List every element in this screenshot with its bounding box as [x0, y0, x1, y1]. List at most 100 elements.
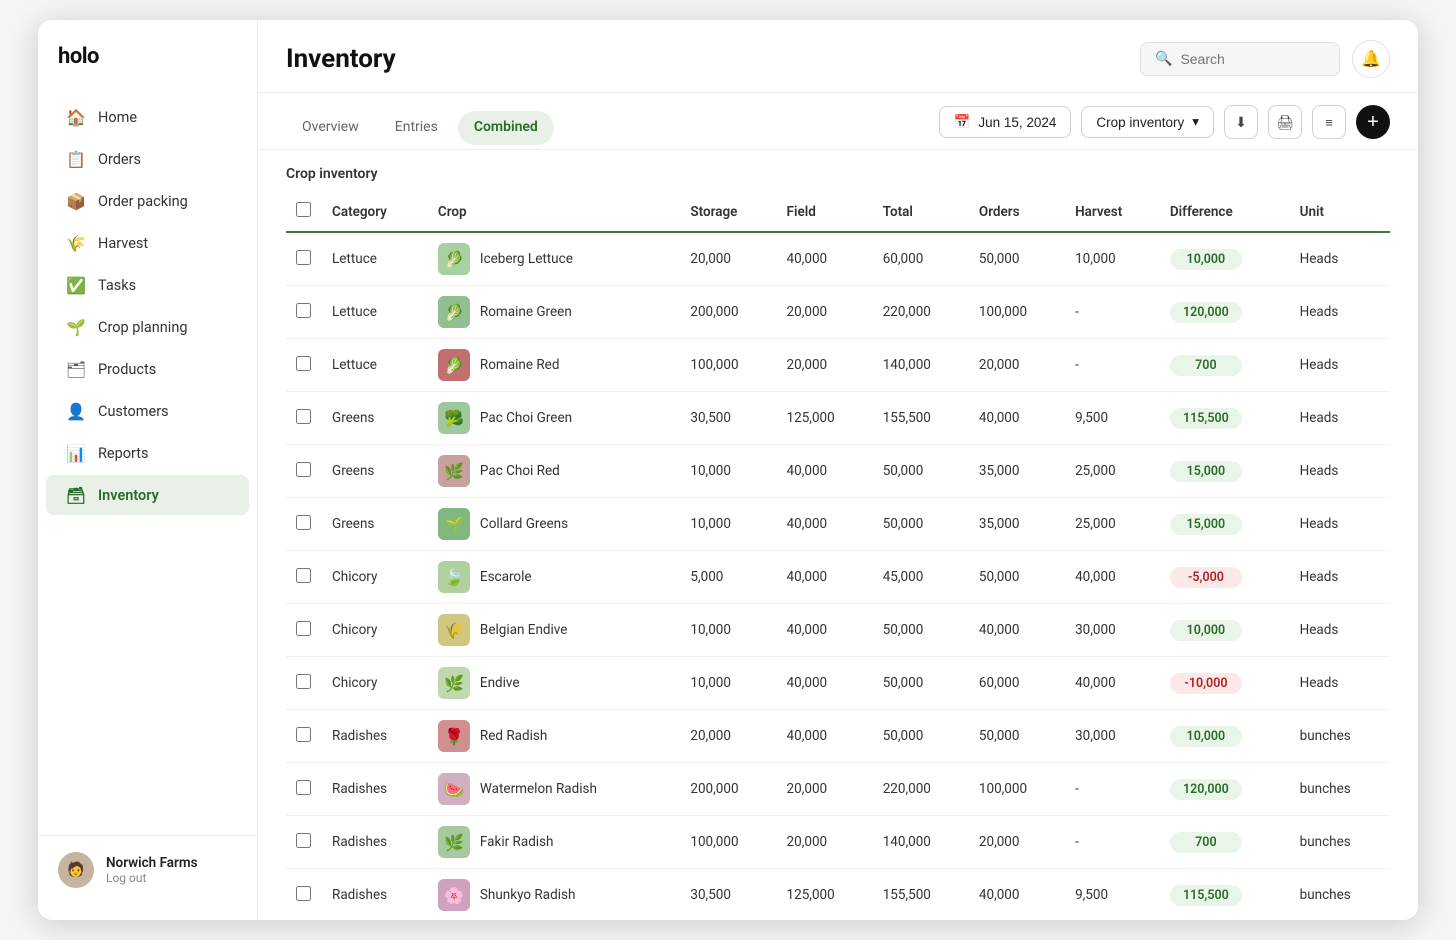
sidebar-item-reports[interactable]: 📊 Reports — [46, 433, 249, 473]
cell-crop-10: 🍉 Watermelon Radish — [428, 763, 680, 816]
row-checkbox-4[interactable] — [296, 462, 311, 477]
cell-total-10: 220,000 — [873, 763, 969, 816]
cell-orders-9: 50,000 — [969, 710, 1065, 763]
cell-field-4: 40,000 — [777, 445, 873, 498]
crop-name-9: Red Radish — [480, 728, 547, 744]
crop-image-3: 🥦 — [438, 402, 470, 434]
topbar: Inventory 🔍 🔔 — [258, 20, 1418, 93]
logout-link[interactable]: Log out — [106, 871, 198, 885]
row-checkbox-11[interactable] — [296, 833, 311, 848]
cell-total-2: 140,000 — [873, 339, 969, 392]
cell-harvest-4: 25,000 — [1065, 445, 1160, 498]
cell-harvest-1: - — [1065, 286, 1160, 339]
cell-difference-7: 10,000 — [1160, 604, 1290, 657]
table-row: Radishes 🍉 Watermelon Radish 200,000 20,… — [286, 763, 1390, 816]
cell-crop-3: 🥦 Pac Choi Green — [428, 392, 680, 445]
cell-crop-6: 🍃 Escarole — [428, 551, 680, 604]
notification-bell-button[interactable]: 🔔 — [1352, 40, 1390, 78]
cell-harvest-2: - — [1065, 339, 1160, 392]
filter-button[interactable]: ≡ — [1312, 105, 1346, 139]
row-checkbox-0[interactable] — [296, 250, 311, 265]
cell-difference-3: 115,500 — [1160, 392, 1290, 445]
table-row: Radishes 🌹 Red Radish 20,000 40,000 50,0… — [286, 710, 1390, 763]
cell-orders-4: 35,000 — [969, 445, 1065, 498]
print-button[interactable]: 🖨 — [1268, 105, 1302, 139]
cell-field-9: 40,000 — [777, 710, 873, 763]
sidebar-item-customers[interactable]: 👤 Customers — [46, 391, 249, 431]
row-checkbox-1[interactable] — [296, 303, 311, 318]
row-checkbox-3[interactable] — [296, 409, 311, 424]
cell-category-8: Chicory — [322, 657, 428, 710]
col-orders: Orders — [969, 192, 1065, 232]
cell-unit-1: Heads — [1290, 286, 1390, 339]
cell-unit-6: Heads — [1290, 551, 1390, 604]
cell-field-5: 40,000 — [777, 498, 873, 551]
add-button[interactable]: + — [1356, 105, 1390, 139]
cell-field-0: 40,000 — [777, 232, 873, 286]
tab-overview[interactable]: Overview — [286, 111, 375, 145]
cell-total-11: 140,000 — [873, 816, 969, 869]
row-checkbox-5[interactable] — [296, 515, 311, 530]
cell-harvest-6: 40,000 — [1065, 551, 1160, 604]
table-row: Chicory 🍃 Escarole 5,000 40,000 45,000 5… — [286, 551, 1390, 604]
cell-storage-4: 10,000 — [680, 445, 776, 498]
cell-harvest-8: 40,000 — [1065, 657, 1160, 710]
sidebar-item-inventory[interactable]: 🗃 Inventory — [46, 475, 249, 515]
cell-crop-12: 🌸 Shunkyo Radish — [428, 869, 680, 921]
crop-image-6: 🍃 — [438, 561, 470, 593]
sidebar-item-products[interactable]: 🗂 Products — [46, 349, 249, 389]
sidebar-label-home: Home — [98, 109, 137, 126]
home-icon: 🏠 — [66, 107, 86, 127]
sidebar-item-order-packing[interactable]: 📦 Order packing — [46, 181, 249, 221]
date-picker-button[interactable]: 📅 Jun 15, 2024 — [939, 106, 1072, 138]
search-box[interactable]: 🔍 — [1140, 42, 1340, 76]
row-checkbox-8[interactable] — [296, 674, 311, 689]
bell-icon: 🔔 — [1361, 49, 1381, 69]
avatar: 🧑 — [58, 852, 94, 888]
row-checkbox-6[interactable] — [296, 568, 311, 583]
cell-harvest-3: 9,500 — [1065, 392, 1160, 445]
cell-orders-1: 100,000 — [969, 286, 1065, 339]
cell-crop-8: 🌿 Endive — [428, 657, 680, 710]
search-input[interactable] — [1180, 51, 1325, 67]
cell-unit-11: bunches — [1290, 816, 1390, 869]
cell-field-12: 125,000 — [777, 869, 873, 921]
row-checkbox-9[interactable] — [296, 727, 311, 742]
row-checkbox-12[interactable] — [296, 886, 311, 901]
cell-crop-11: 🌿 Fakir Radish — [428, 816, 680, 869]
cell-total-6: 45,000 — [873, 551, 969, 604]
row-checkbox-2[interactable] — [296, 356, 311, 371]
sidebar-item-home[interactable]: 🏠 Home — [46, 97, 249, 137]
cell-total-5: 50,000 — [873, 498, 969, 551]
tab-entries[interactable]: Entries — [379, 111, 454, 145]
sidebar-item-orders[interactable]: 📋 Orders — [46, 139, 249, 179]
table-row: Radishes 🌿 Fakir Radish 100,000 20,000 1… — [286, 816, 1390, 869]
col-total: Total — [873, 192, 969, 232]
select-all-checkbox[interactable] — [296, 202, 311, 217]
download-button[interactable]: ⬇ — [1224, 105, 1258, 139]
cell-harvest-11: - — [1065, 816, 1160, 869]
print-icon: 🖨 — [1276, 114, 1294, 131]
row-checkbox-10[interactable] — [296, 780, 311, 795]
inventory-icon: 🗃 — [66, 485, 86, 505]
crop-name-11: Fakir Radish — [480, 834, 554, 850]
sidebar-item-tasks[interactable]: ✅ Tasks — [46, 265, 249, 305]
cell-storage-3: 30,500 — [680, 392, 776, 445]
sidebar-item-crop-planning[interactable]: 🌱 Crop planning — [46, 307, 249, 347]
sidebar-label-products: Products — [98, 361, 156, 378]
cell-field-1: 20,000 — [777, 286, 873, 339]
cell-orders-10: 100,000 — [969, 763, 1065, 816]
crop-inventory-dropdown[interactable]: Crop inventory ▾ — [1081, 106, 1214, 138]
tabs-toolbar: OverviewEntriesCombined 📅 Jun 15, 2024 C… — [258, 93, 1418, 150]
cell-total-4: 50,000 — [873, 445, 969, 498]
cell-unit-5: Heads — [1290, 498, 1390, 551]
cell-storage-2: 100,000 — [680, 339, 776, 392]
sidebar-label-reports: Reports — [98, 445, 149, 462]
row-checkbox-7[interactable] — [296, 621, 311, 636]
tab-combined[interactable]: Combined — [458, 111, 554, 145]
crop-name-10: Watermelon Radish — [480, 781, 597, 797]
crop-image-2: 🥬 — [438, 349, 470, 381]
sidebar-item-harvest[interactable]: 🌾 Harvest — [46, 223, 249, 263]
table-row: Lettuce 🥬 Romaine Red 100,000 20,000 140… — [286, 339, 1390, 392]
section-title: Crop inventory — [286, 150, 1390, 192]
